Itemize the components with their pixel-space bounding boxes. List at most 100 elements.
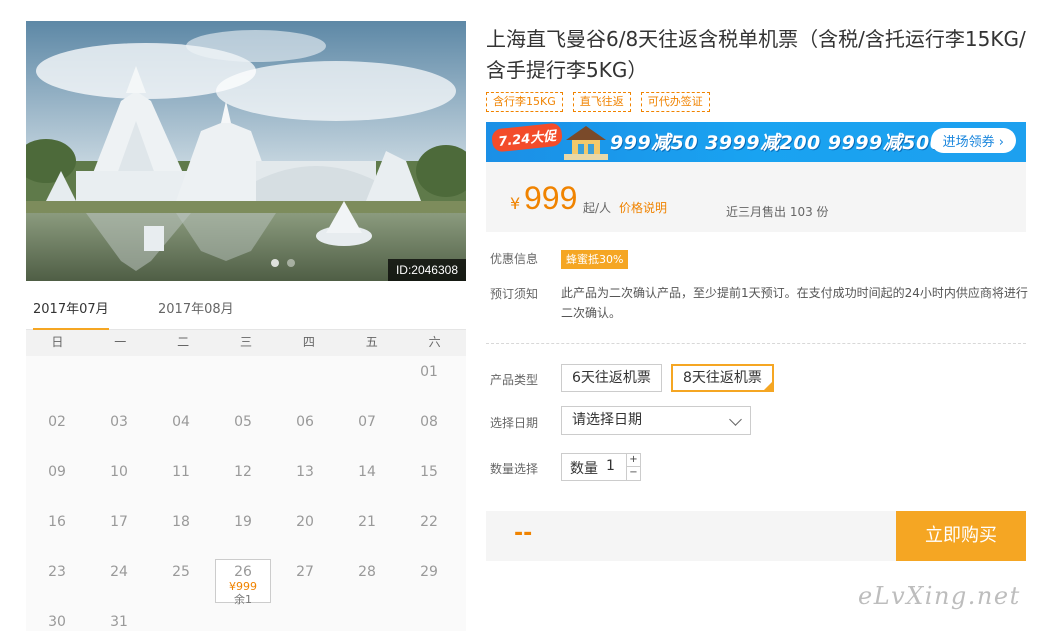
type-8-day-button[interactable]: 8天往返机票 [671, 364, 774, 392]
buy-bar: -- 立即购买 [486, 511, 1026, 561]
calendar-day[interactable]: 01 [398, 356, 460, 406]
calendar-day-number: 25 [172, 564, 190, 580]
calendar-day-number: 17 [110, 514, 128, 530]
calendar-day[interactable]: 16 [26, 506, 88, 556]
calendar-day[interactable]: 29 [398, 556, 460, 606]
calendar-grid: 01 02 03 04 05 06 07 08 09 10 11 12 13 14 15 16 17 18 19 20… [26, 356, 466, 631]
calendar-day-number: 31 [110, 614, 128, 630]
calendar-day[interactable]: 21 [336, 506, 398, 556]
calendar-day[interactable]: 04 [150, 406, 212, 456]
calendar-day-number: 23 [48, 564, 66, 580]
weekday-tue: 二 [177, 335, 190, 349]
calendar-day-number: 28 [358, 564, 376, 580]
calendar-day-number: 19 [234, 514, 252, 530]
calendar-day[interactable]: 27 [274, 556, 336, 606]
calendar-empty-cell [88, 356, 150, 406]
calendar-day[interactable]: 02 [26, 406, 88, 456]
notice-label: 预订须知 [490, 287, 539, 301]
calendar-day-number: 10 [110, 464, 128, 480]
month-tabs: 2017年07月 2017年08月 [26, 296, 466, 331]
calendar-day[interactable]: 08 [398, 406, 460, 456]
calendar-day[interactable]: 28 [336, 556, 398, 606]
photo-id-label: ID:2046308 [387, 259, 466, 281]
calendar-day-number: 09 [48, 464, 66, 480]
quantity-minus-button[interactable]: − [626, 467, 640, 480]
calendar-day-number: 20 [296, 514, 314, 530]
calendar-day-number: 14 [358, 464, 376, 480]
calendar-day-price: ¥999 [229, 580, 257, 593]
carousel-dots[interactable] [271, 259, 295, 267]
calendar-day[interactable]: 07 [336, 406, 398, 456]
weekday-sat: 六 [428, 335, 441, 349]
price-box: ¥ 999 起/人 价格说明 近三月售出 103 份 [486, 162, 1026, 232]
tag-direct: 直飞往返 [572, 92, 631, 112]
calendar-day[interactable]: 13 [274, 456, 336, 506]
quantity-plus-button[interactable]: + [626, 454, 640, 467]
calendar-day[interactable]: 14 [336, 456, 398, 506]
calendar-day-number: 02 [48, 414, 66, 430]
calendar-day[interactable]: 22 [398, 506, 460, 556]
calendar-day[interactable]: 17 [88, 506, 150, 556]
tab-july[interactable]: 2017年07月 [33, 296, 109, 331]
carousel-dot[interactable] [287, 259, 295, 267]
calendar-day-number: 24 [110, 564, 128, 580]
calendar-day[interactable]: 20 [274, 506, 336, 556]
product-tags: 含行李15KG 直飞往返 可代办签证 [486, 92, 710, 112]
calendar-day-number: 07 [358, 414, 376, 430]
quantity-stepper[interactable]: 数量 1 + − [561, 453, 641, 481]
calendar-day[interactable]: 12 [212, 456, 274, 506]
total-price: -- [514, 521, 533, 546]
calendar-day[interactable]: 30 [26, 606, 88, 631]
calendar-day[interactable]: 15 [398, 456, 460, 506]
tag-visa: 可代办签证 [640, 92, 710, 112]
carousel-dot[interactable] [271, 259, 279, 267]
calendar-day-number: 30 [48, 614, 66, 630]
calendar-day[interactable]: 25 [150, 556, 212, 606]
calendar-day[interactable]: 18 [150, 506, 212, 556]
calendar-day[interactable]: 06 [274, 406, 336, 456]
quantity-inner-label: 数量 [570, 461, 598, 477]
buy-now-button[interactable]: 立即购买 [896, 511, 1026, 561]
calendar-day[interactable]: 31 [88, 606, 150, 631]
chevron-down-icon [729, 413, 742, 426]
calendar-empty-cell [212, 356, 274, 406]
calendar-day-number: 15 [420, 464, 438, 480]
weekday-wed: 三 [239, 335, 252, 349]
calendar-day-number: 26 [234, 564, 252, 580]
calendar-day-number: 05 [234, 414, 252, 430]
divider [486, 343, 1026, 344]
get-coupon-button[interactable]: 进场领券 › [930, 128, 1016, 153]
sold-count: 近三月售出 103 份 [726, 205, 829, 219]
calendar-day[interactable]: 11 [150, 456, 212, 506]
currency-symbol: ¥ [510, 194, 521, 213]
calendar-day[interactable]: 24 [88, 556, 150, 606]
calendar-day[interactable]: 09 [26, 456, 88, 506]
calendar-day[interactable]: 10 [88, 456, 150, 506]
calendar-day[interactable]: 23 [26, 556, 88, 606]
calendar-day[interactable]: 26 ¥999 余1 [215, 559, 271, 606]
temple-image [26, 21, 466, 281]
weekday-mon: 一 [114, 335, 127, 349]
price-explanation-link[interactable]: 价格说明 [619, 199, 667, 216]
promo-text: 999减50 3999减200 9999减500 [610, 132, 944, 154]
watermark: eLvXing.net [858, 582, 1021, 610]
calendar-day-number: 13 [296, 464, 314, 480]
product-photo[interactable]: ID:2046308 [26, 21, 466, 281]
calendar-day-number: 03 [110, 414, 128, 430]
price-amount: 999 [524, 180, 578, 216]
tab-august[interactable]: 2017年08月 [158, 296, 234, 330]
calendar-day[interactable]: 03 [88, 406, 150, 456]
calendar-day-number: 27 [296, 564, 314, 580]
calendar-empty-cell [26, 356, 88, 406]
calendar-day[interactable]: 05 [212, 406, 274, 456]
weekday-thu: 四 [302, 335, 315, 349]
type-6-day-button[interactable]: 6天往返机票 [561, 364, 662, 392]
promo-banner[interactable]: 7.24大促 999减50 3999减200 9999减500 进场领券 › [486, 122, 1026, 162]
tag-luggage: 含行李15KG [486, 92, 563, 112]
calendar-day[interactable]: 19 [212, 506, 274, 556]
quantity-value[interactable]: 1 [606, 458, 615, 474]
date-select[interactable]: 请选择日期 [561, 406, 751, 435]
weekday-fri: 五 [365, 335, 378, 349]
calendar-day-number: 06 [296, 414, 314, 430]
promo-badge: 7.24大促 [490, 122, 564, 153]
